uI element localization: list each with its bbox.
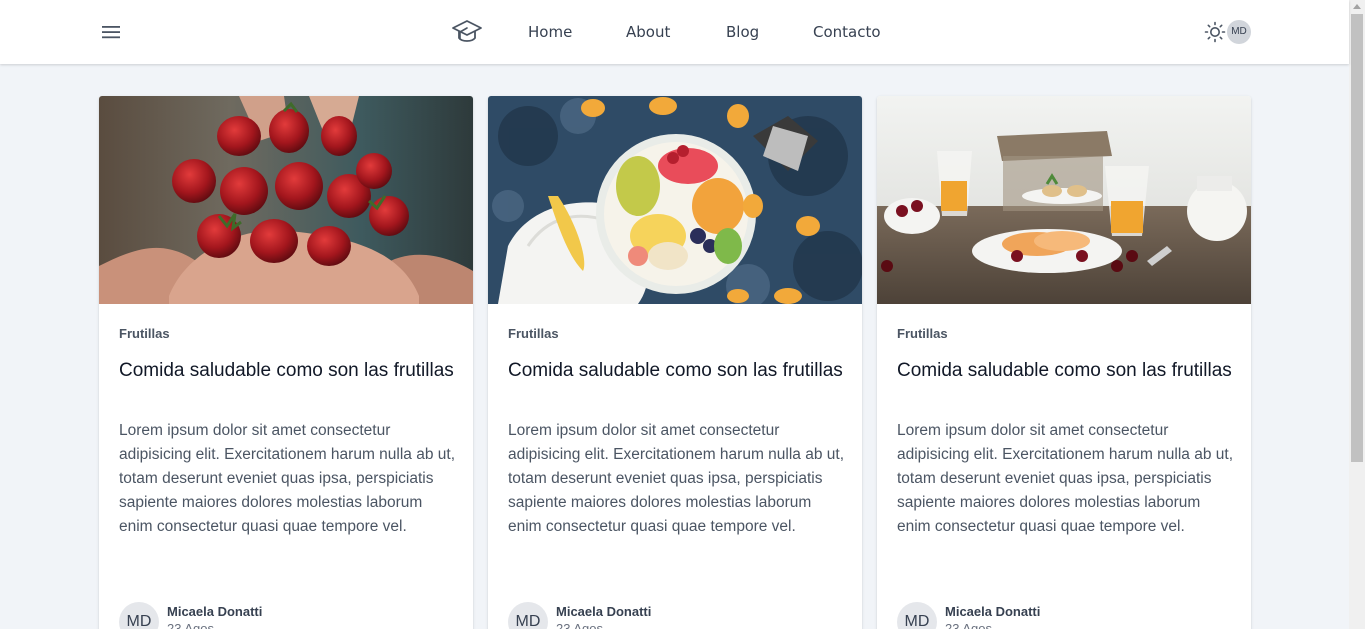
user-avatar[interactable]: MD [1227,20,1251,44]
scroll-up-arrow-icon[interactable] [1353,4,1361,9]
blog-card[interactable]: Frutillas Comida saludable como son las … [488,96,862,629]
strawberries-in-hands-photo [99,96,473,304]
author-avatar: MD [897,602,937,629]
card-title[interactable]: Comida saludable como son las frutillas [508,358,848,383]
card-title[interactable]: Comida saludable como son las frutillas [119,358,459,383]
author-name: Micaela Donatti [556,604,652,619]
post-date: 23 Agos [556,621,603,629]
blog-card[interactable]: Frutillas Comida saludable como son las … [99,96,473,629]
card-category[interactable]: Frutillas [508,326,559,341]
graduation-cap-icon[interactable] [451,17,483,47]
fruit-bowl-photo [488,96,862,304]
card-excerpt: Lorem ipsum dolor sit amet consectetur a… [897,422,1234,535]
card-category[interactable]: Frutillas [897,326,948,341]
card-category[interactable]: Frutillas [119,326,170,341]
scrollbar-thumb[interactable] [1351,14,1363,462]
card-excerpt: Lorem ipsum dolor sit amet consectetur a… [119,422,456,535]
breakfast-table-photo [877,96,1251,304]
author-name: Micaela Donatti [945,604,1041,619]
blog-card[interactable]: Frutillas Comida saludable como son las … [877,96,1251,629]
top-navbar: Home About Blog Contacto MD [0,0,1349,64]
author-name: Micaela Donatti [167,604,263,619]
author-avatar: MD [508,602,548,629]
hamburger-menu-icon[interactable] [100,22,122,42]
nav-link-about[interactable]: About [626,22,670,42]
post-date: 23 Agos [167,621,214,629]
nav-link-blog[interactable]: Blog [726,22,759,42]
vertical-scrollbar[interactable] [1349,0,1365,629]
nav-link-contacto[interactable]: Contacto [813,22,881,42]
sun-icon[interactable] [1204,21,1226,43]
card-excerpt: Lorem ipsum dolor sit amet consectetur a… [508,422,845,535]
post-date: 23 Agos [945,621,992,629]
card-title[interactable]: Comida saludable como son las frutillas [897,358,1237,383]
nav-link-home[interactable]: Home [528,22,572,42]
author-avatar: MD [119,602,159,629]
